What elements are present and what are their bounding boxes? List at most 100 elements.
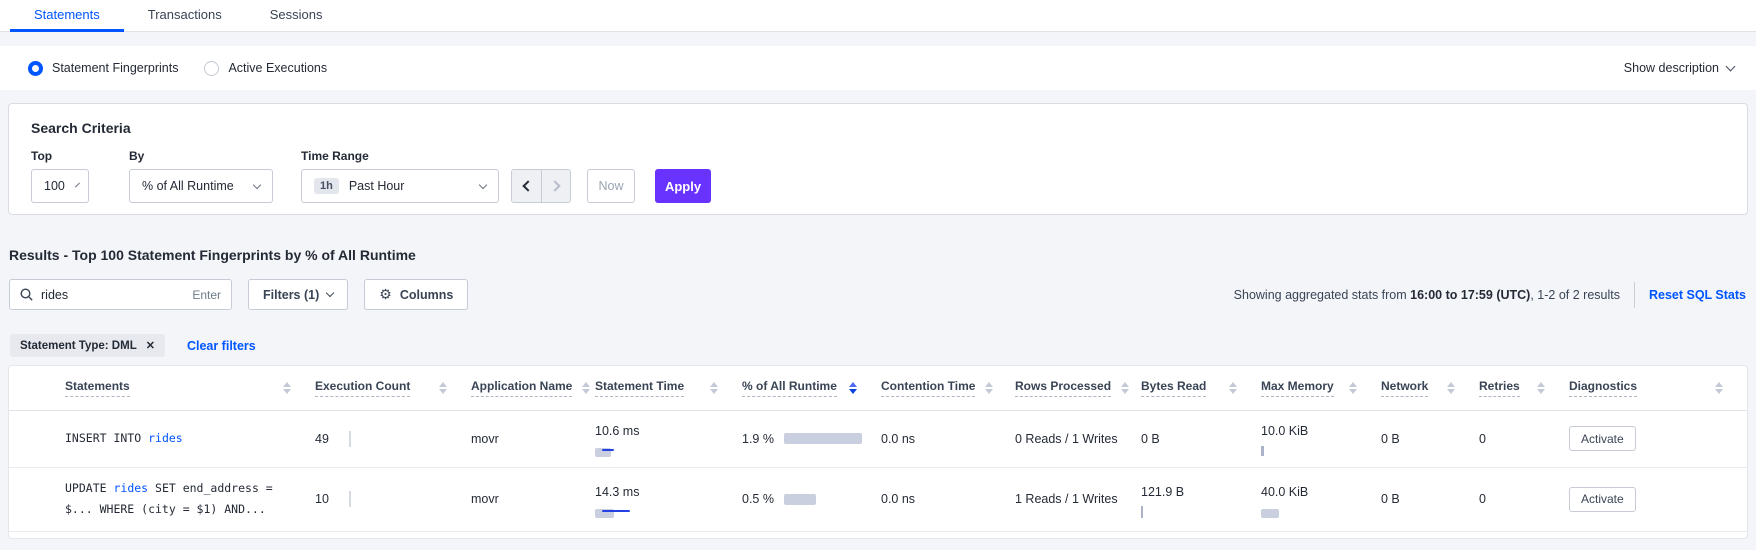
col-header-rows-processed[interactable]: Rows Processed <box>1015 366 1141 410</box>
cell-statement-time: 10.6 ms <box>595 410 742 467</box>
time-range-value: Past Hour <box>349 179 405 193</box>
results-heading: Results - Top 100 Statement Fingerprints… <box>9 247 1748 263</box>
now-button[interactable]: Now <box>587 169 635 203</box>
radio-statement-fingerprints[interactable]: Statement Fingerprints <box>28 61 178 76</box>
memory-bar <box>1261 446 1264 456</box>
clear-filters-link[interactable]: Clear filters <box>187 339 256 353</box>
pct-bar <box>784 433 862 444</box>
col-header-statement-time[interactable]: Statement Time <box>595 366 742 410</box>
time-prev-button[interactable] <box>512 170 541 202</box>
radio-label: Statement Fingerprints <box>52 61 178 75</box>
sort-icon[interactable] <box>283 382 291 394</box>
top-select[interactable]: 100 <box>31 169 89 203</box>
sort-icon[interactable] <box>1715 382 1723 394</box>
col-header-application-name[interactable]: Application Name <box>471 366 595 410</box>
radio-selected-icon <box>28 61 43 76</box>
search-icon <box>20 288 33 301</box>
table-header-row: Statements Execution Count Application N… <box>9 366 1747 410</box>
statement-fingerprint-link[interactable]: INSERT INTO rides <box>9 428 309 450</box>
divider <box>1634 282 1635 308</box>
by-select[interactable]: % of All Runtime <box>129 169 273 203</box>
show-description-toggle[interactable]: Show description <box>1624 61 1734 75</box>
sort-icon[interactable] <box>582 382 590 394</box>
col-header-bytes-read[interactable]: Bytes Read <box>1141 366 1261 410</box>
radio-active-executions[interactable]: Active Executions <box>204 61 327 76</box>
cell-max-memory: 10.0 KiB <box>1261 410 1381 467</box>
col-header-retries[interactable]: Retries <box>1479 366 1569 410</box>
sort-icon-active[interactable] <box>849 382 857 394</box>
apply-button[interactable]: Apply <box>655 169 711 203</box>
cell-bytes-read: 121.9 B <box>1141 467 1261 532</box>
cell-application-name: movr <box>471 410 595 467</box>
col-header-statements[interactable]: Statements <box>9 366 315 410</box>
activate-diagnostics-button[interactable]: Activate <box>1569 487 1636 512</box>
sort-icon[interactable] <box>1537 382 1545 394</box>
cell-network: 0 B <box>1381 410 1479 467</box>
sort-icon[interactable] <box>1349 382 1357 394</box>
close-icon[interactable]: ✕ <box>146 339 155 352</box>
cell-runtime-pct: 1.9 % <box>742 410 881 467</box>
view-mode-radio-group: Statement Fingerprints Active Executions <box>28 61 327 76</box>
col-header-execution-count[interactable]: Execution Count <box>315 366 471 410</box>
cell-bytes-read: 0 B <box>1141 410 1261 467</box>
sort-icon[interactable] <box>439 382 447 394</box>
radio-label: Active Executions <box>228 61 327 75</box>
col-header-pct-all-runtime[interactable]: % of All Runtime <box>742 366 881 410</box>
columns-button[interactable]: ⚙ Columns <box>364 279 468 310</box>
sort-icon[interactable] <box>985 382 993 394</box>
cell-application-name: movr <box>471 467 595 532</box>
results-toolbar: Enter Filters (1) ⚙ Columns Showing aggr… <box>9 279 1748 310</box>
chevron-down-icon <box>1726 62 1736 72</box>
statement-fingerprint-link[interactable]: UPDATE rides SET end_address = $... WHER… <box>9 478 309 522</box>
activate-diagnostics-button[interactable]: Activate <box>1569 426 1636 451</box>
search-box[interactable]: Enter <box>9 279 232 310</box>
search-input[interactable] <box>41 288 184 302</box>
col-header-network[interactable]: Network <box>1381 366 1479 410</box>
cell-contention-time: 0.0 ns <box>881 410 1015 467</box>
cell-rows-processed: 0 Reads / 1 Writes <box>1015 410 1141 467</box>
time-range-label: Time Range <box>301 149 499 163</box>
show-description-label: Show description <box>1624 61 1719 75</box>
tab-statements[interactable]: Statements <box>10 1 124 31</box>
bar-tick <box>349 491 351 507</box>
table-row: INSERT INTO rides 49 movr 10.6 ms 1.9 % … <box>9 410 1747 467</box>
chevron-left-icon <box>522 180 533 191</box>
enter-hint: Enter <box>192 288 221 302</box>
time-range-badge: 1h <box>314 178 339 194</box>
sort-icon[interactable] <box>1121 382 1129 394</box>
gear-icon: ⚙ <box>379 286 392 303</box>
cell-retries: 0 <box>1479 467 1569 532</box>
reset-sql-stats-link[interactable]: Reset SQL Stats <box>1649 288 1746 302</box>
by-select-value: % of All Runtime <box>142 179 234 193</box>
cell-runtime-pct: 0.5 % <box>742 467 881 532</box>
stats-summary: Showing aggregated stats from 16:00 to 1… <box>1234 288 1620 302</box>
time-range-select[interactable]: 1h Past Hour <box>301 169 499 203</box>
search-criteria-panel: Search Criteria Top 100 By % of All Runt… <box>8 103 1748 215</box>
cell-rows-processed: 1 Reads / 1 Writes <box>1015 467 1141 532</box>
sort-icon[interactable] <box>1447 382 1455 394</box>
stats-summary-range: 16:00 to 17:59 (UTC) <box>1410 288 1530 302</box>
radio-unselected-icon <box>204 61 219 76</box>
pct-bar <box>784 494 816 505</box>
columns-button-label: Columns <box>400 288 453 302</box>
col-header-diagnostics[interactable]: Diagnostics <box>1569 366 1747 410</box>
statements-table: Statements Execution Count Application N… <box>9 366 1747 532</box>
top-select-value: 100 <box>44 179 65 193</box>
chevron-down-icon <box>75 182 80 187</box>
col-header-max-memory[interactable]: Max Memory <box>1261 366 1381 410</box>
table-row: UPDATE rides SET end_address = $... WHER… <box>9 467 1747 532</box>
sort-icon[interactable] <box>1229 382 1237 394</box>
bar-tick <box>349 431 351 447</box>
col-header-contention-time[interactable]: Contention Time <box>881 366 1015 410</box>
tab-transactions[interactable]: Transactions <box>124 1 246 31</box>
filters-button[interactable]: Filters (1) <box>248 279 348 310</box>
filters-button-label: Filters (1) <box>263 288 319 302</box>
time-next-button[interactable] <box>541 170 570 202</box>
bytes-bar <box>1141 506 1143 518</box>
chevron-down-icon <box>326 289 334 297</box>
cell-diagnostics: Activate <box>1569 467 1747 532</box>
tab-sessions[interactable]: Sessions <box>246 1 347 31</box>
filter-chip-label: Statement Type: DML <box>20 340 137 352</box>
cell-statement-time: 14.3 ms <box>595 467 742 532</box>
sort-icon[interactable] <box>710 382 718 394</box>
